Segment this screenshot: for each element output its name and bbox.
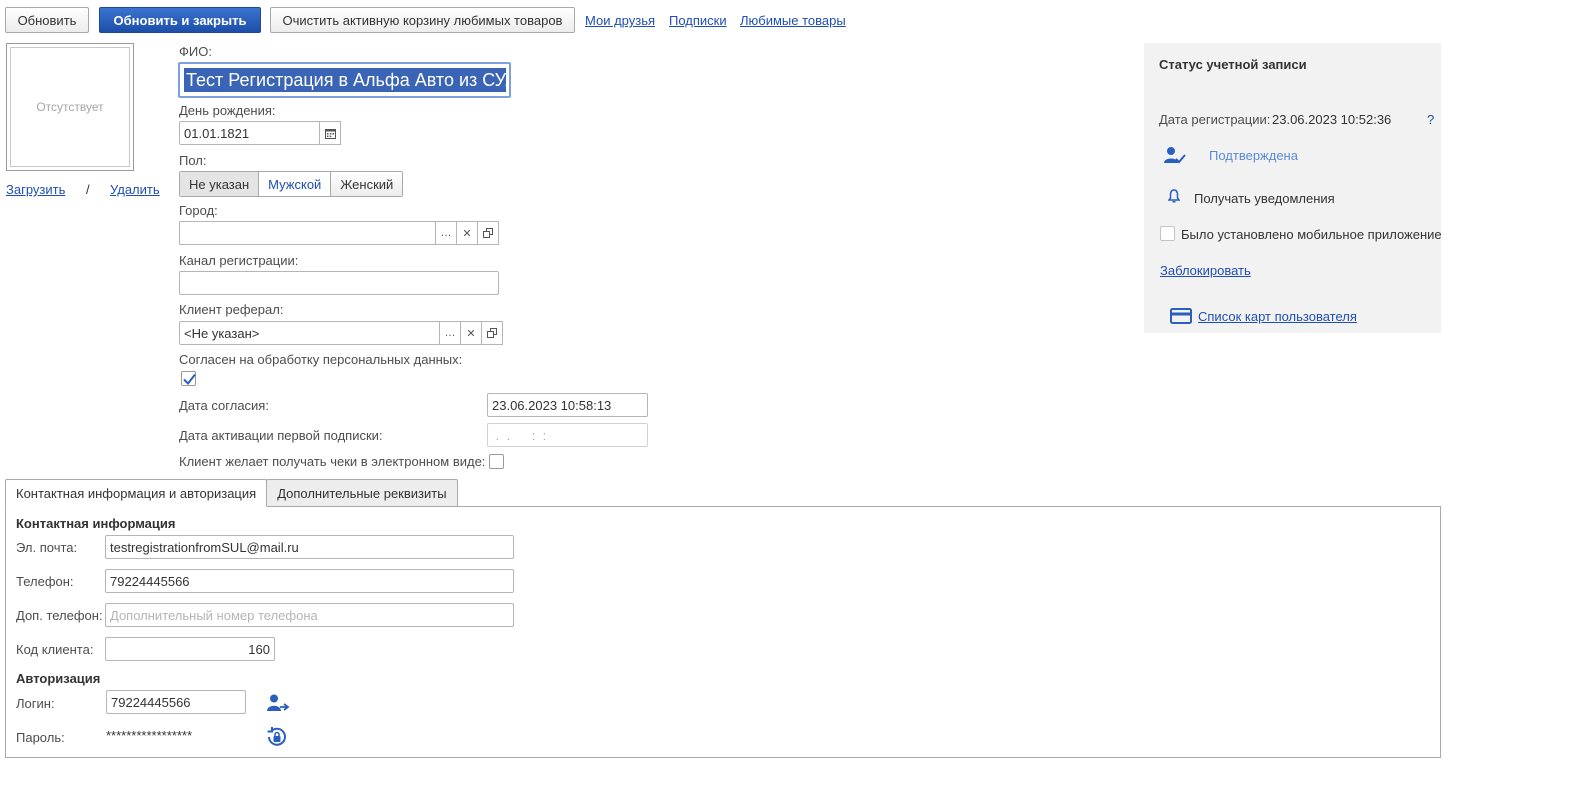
phone-label: Телефон: [16,574,74,589]
gender-option-unspecified[interactable]: Не указан [180,172,259,196]
checkmark-icon [183,373,196,386]
login-label: Логин: [16,696,55,711]
client-code-label: Код клиента: [16,642,94,657]
consent-date-input[interactable]: 23.06.2023 10:58:13 [487,393,648,417]
calendar-icon[interactable] [319,121,341,145]
referral-select-button[interactable]: … [439,321,461,345]
favorite-products-link[interactable]: Любимые товары [740,13,846,28]
email-label: Эл. почта: [16,540,78,555]
mobile-app-checkbox[interactable] [1160,226,1175,241]
consent-date-value: 23.06.2023 10:58:13 [492,397,612,413]
birthday-input[interactable]: 01.01.1821 [179,121,320,145]
referral-label: Клиент реферал: [179,302,284,317]
referral-clear-icon[interactable]: ✕ [460,321,482,345]
password-value: ***************** [106,728,193,743]
change-login-icon[interactable] [266,694,290,712]
subscriptions-link[interactable]: Подписки [669,13,727,28]
photo-placeholder: Отсутствует [10,47,130,167]
clear-favorites-cart-button[interactable]: Очистить активную корзину любимых товаро… [270,7,575,33]
birthday-value: 01.01.1821 [184,125,250,141]
channel-label: Канал регистрации: [179,253,299,268]
gender-option-female[interactable]: Женский [330,172,403,196]
credit-card-icon [1170,308,1192,324]
first-subscription-date-input[interactable]: . . : : [487,423,648,447]
first-subscription-date-label: Дата активации первой подписки: [179,428,383,443]
fio-input[interactable]: Тест Регистрация в Альфа Авто из СУЛ [178,62,511,98]
fio-value: Тест Регистрация в Альфа Авто из СУЛ [184,68,506,92]
tab-additional-details[interactable]: Дополнительные реквизиты [266,479,458,507]
refresh-button[interactable]: Обновить [5,7,89,33]
tab-panel-contact-auth: Контактная информация Эл. почта: testreg… [5,506,1441,758]
referral-open-icon[interactable] [481,321,503,345]
registration-date-label: Дата регистрации: [1159,112,1271,127]
upload-photo-link[interactable]: Загрузить [6,182,65,197]
contact-section-title: Контактная информация [16,516,176,531]
registration-date-value: 23.06.2023 10:52:36 [1272,112,1392,127]
city-select-button[interactable]: … [435,221,457,245]
extra-phone-placeholder: Дополнительный номер телефона [110,607,318,623]
auth-section-title: Авторизация [16,671,101,686]
city-open-icon[interactable] [477,221,499,245]
city-input[interactable] [179,221,436,245]
gender-option-male[interactable]: Мужской [258,172,331,196]
channel-input[interactable] [179,271,499,295]
photo-links-separator: / [86,182,90,197]
refresh-and-close-button[interactable]: Обновить и закрыть [99,7,261,33]
bell-icon [1168,189,1180,203]
tab-contact-auth[interactable]: Контактная информация и авторизация [5,479,268,507]
account-status-title: Статус учетной записи [1159,57,1307,72]
phone-value: 79224445566 [110,573,190,589]
referral-value: <Не указан> [184,325,260,341]
user-confirmed-icon [1163,146,1187,166]
block-account-link[interactable]: Заблокировать [1160,263,1251,278]
e-receipt-checkbox[interactable] [489,454,504,469]
email-field[interactable]: testregistrationfromSUL@mail.ru [105,535,514,559]
consent-date-label: Дата согласия: [179,398,269,413]
mobile-app-label: Было установлено мобильное приложение [1181,227,1442,242]
extra-phone-field[interactable]: Дополнительный номер телефона [105,603,514,627]
consent-label: Согласен на обработку персональных данны… [179,352,463,367]
login-value: 79224445566 [111,694,191,710]
referral-input[interactable]: <Не указан> [179,321,440,345]
first-subscription-date-value: . . : : [492,427,547,443]
city-label: Город: [179,203,218,218]
consent-checkbox[interactable] [181,371,196,386]
birthday-label: День рождения: [179,103,276,118]
client-code-field[interactable]: 160 [105,637,275,661]
city-clear-icon[interactable]: ✕ [456,221,478,245]
delete-photo-link[interactable]: Удалить [110,182,160,197]
login-field[interactable]: 79224445566 [106,690,246,714]
tab-bar: Контактная информация и авторизация Допо… [5,479,458,507]
help-icon[interactable]: ? [1427,112,1434,127]
my-friends-link[interactable]: Мои друзья [585,13,655,28]
reset-password-icon[interactable] [265,725,289,749]
photo-frame: Отсутствует [6,43,134,171]
gender-label: Пол: [179,153,207,168]
account-status-panel: Статус учетной записи Дата регистрации: … [1144,43,1442,333]
phone-field[interactable]: 79224445566 [105,569,514,593]
extra-phone-label: Доп. телефон: [16,608,103,623]
gender-selector[interactable]: Не указан Мужской Женский [179,171,404,197]
fio-label: ФИО: [179,44,212,59]
user-cards-link[interactable]: Список карт пользователя [1198,309,1357,324]
e-receipt-label: Клиент желает получать чеки в электронно… [179,454,486,469]
password-label: Пароль: [16,730,65,745]
confirmed-status[interactable]: Подтверждена [1209,148,1298,163]
client-code-value: 160 [248,641,270,657]
email-value: testregistrationfromSUL@mail.ru [110,539,299,555]
notifications-label[interactable]: Получать уведомления [1194,191,1335,206]
